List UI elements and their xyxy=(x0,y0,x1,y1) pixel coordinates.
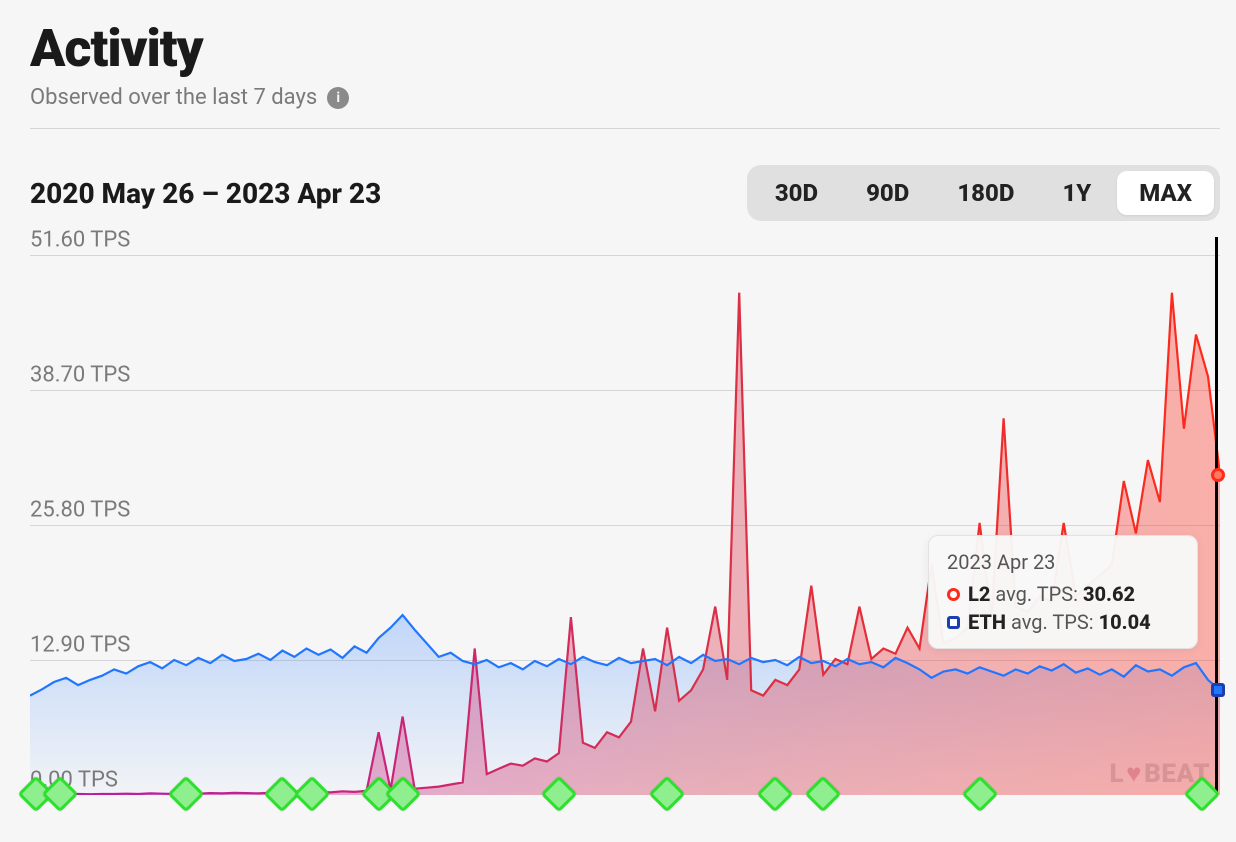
tooltip-eth-metric: avg. TPS: xyxy=(1011,610,1094,634)
tooltip-date: 2023 Apr 23 xyxy=(947,550,1179,574)
range-pill-30d[interactable]: 30D xyxy=(753,171,840,215)
info-icon[interactable]: i xyxy=(327,87,349,109)
range-pill-180d[interactable]: 180D xyxy=(935,171,1036,215)
chart-svg xyxy=(30,255,1220,795)
tooltip-swatch-eth xyxy=(947,616,960,629)
watermark-text: BEAT xyxy=(1144,759,1210,789)
tooltip-l2-label: L2 xyxy=(968,582,990,606)
tooltip-eth-label: ETH xyxy=(968,610,1006,634)
hover-dot-l2 xyxy=(1211,468,1225,482)
controls-row: 2020 May 26 – 2023 Apr 23 30D90D180D1YMA… xyxy=(30,165,1220,221)
range-pill-max[interactable]: MAX xyxy=(1117,171,1214,215)
hover-dot-eth xyxy=(1211,683,1225,697)
range-pill-1y[interactable]: 1Y xyxy=(1040,171,1113,215)
y-tick-label: 51.60 TPS xyxy=(30,228,130,253)
subtitle-row: Observed over the last 7 days i xyxy=(30,85,1220,129)
watermark: L♥BEAT xyxy=(1110,758,1210,789)
watermark-l: L xyxy=(1110,759,1125,789)
heart-icon: ♥ xyxy=(1126,758,1142,789)
hover-line xyxy=(1215,237,1218,795)
page-title: Activity xyxy=(30,18,1220,79)
chart-area[interactable]: 51.60 TPS38.70 TPS25.80 TPS12.90 TPS0.00… xyxy=(30,255,1220,795)
tooltip-l2-metric: avg. TPS: xyxy=(995,582,1078,606)
range-pill-90d[interactable]: 90D xyxy=(844,171,931,215)
range-selector: 30D90D180D1YMAX xyxy=(747,165,1220,221)
tooltip-swatch-l2 xyxy=(947,588,960,601)
chart-tooltip: 2023 Apr 23 L2 avg. TPS: 30.62 ETH avg. … xyxy=(928,535,1198,649)
tooltip-eth-value: 10.04 xyxy=(1099,610,1151,634)
tooltip-l2-value: 30.62 xyxy=(1083,582,1135,606)
date-range-label: 2020 May 26 – 2023 Apr 23 xyxy=(30,177,381,210)
subtitle-text: Observed over the last 7 days xyxy=(30,85,317,110)
